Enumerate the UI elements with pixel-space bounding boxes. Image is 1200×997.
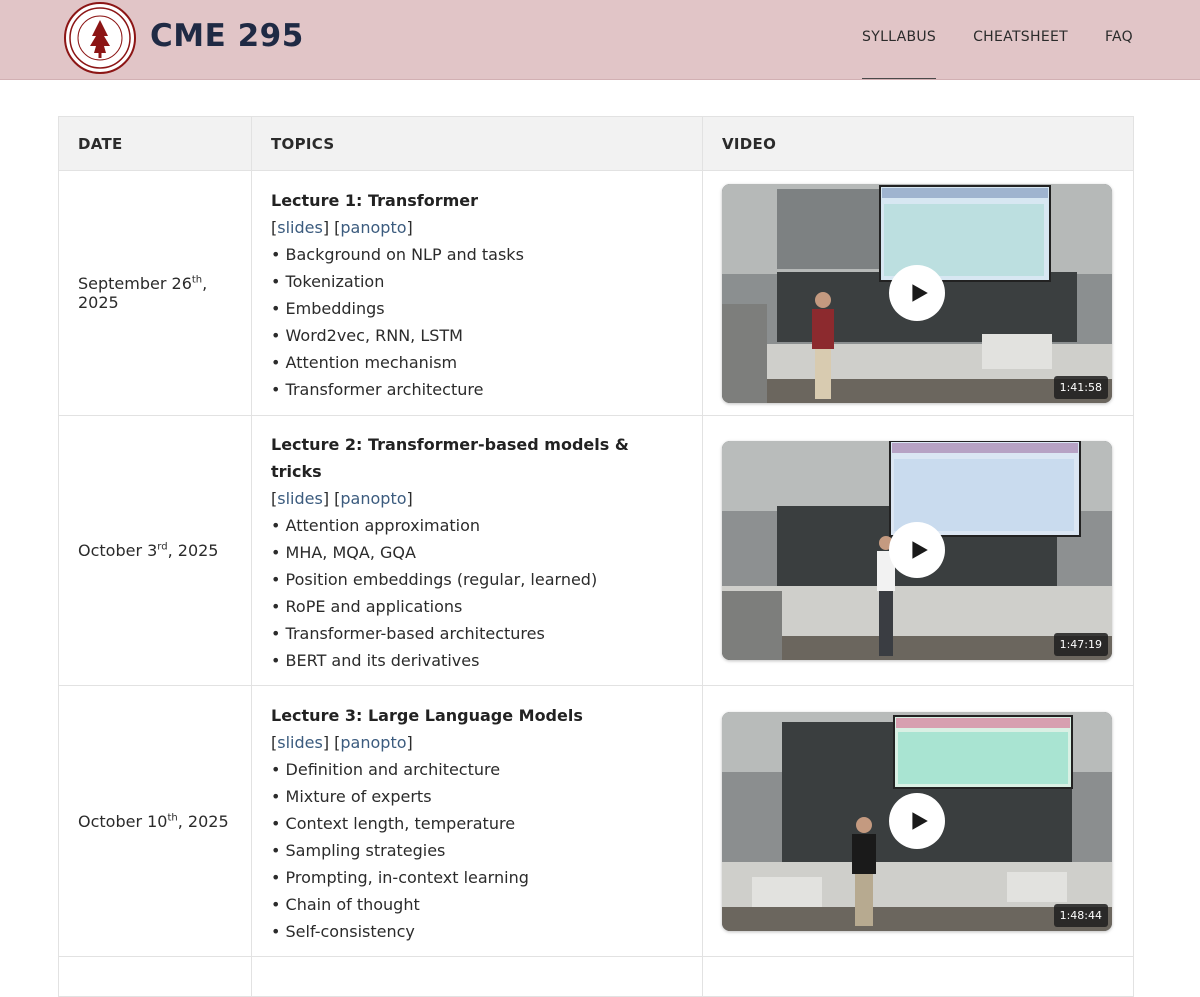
panopto-link[interactable]: panopto	[340, 733, 406, 752]
nav-cheatsheet[interactable]: CHEATSHEET	[973, 29, 1068, 45]
topic-item: • RoPE and applications	[271, 597, 463, 616]
table-row: October 10th, 2025 Lecture 3: Large Lang…	[58, 685, 1134, 957]
topic-item: • MHA, MQA, GQA	[271, 543, 416, 562]
topic-item: • Context length, temperature	[271, 813, 516, 833]
panopto-link[interactable]: panopto	[340, 218, 406, 237]
nav-syllabus[interactable]: SYLLABUS	[862, 29, 937, 79]
video-cell: 1:41:58	[702, 170, 1134, 416]
topic-item: • Embeddings	[271, 299, 385, 318]
video-cell: 1:48:44	[702, 685, 1134, 957]
lecture-title: Lecture 1: Transformer	[271, 191, 478, 210]
slides-link[interactable]: slides	[277, 733, 323, 752]
slides-link[interactable]: slides	[277, 218, 323, 237]
topic-item: • Prompting, in-context learning	[271, 867, 529, 887]
lecture-topics	[251, 956, 703, 997]
video-duration: 1:41:58	[1053, 375, 1108, 399]
lecture-date: October 10th, 2025	[58, 685, 252, 957]
table-row	[58, 956, 1134, 997]
topic-item: • Chain of thought	[271, 894, 420, 914]
play-button[interactable]	[889, 792, 945, 849]
topic-item: • Attention mechanism	[271, 353, 458, 372]
table-row: October 3rd, 2025 Lecture 2: Transformer…	[58, 415, 1134, 686]
lecture-date	[58, 956, 252, 997]
date-suffix: th	[167, 812, 178, 824]
topic-item: • Word2vec, RNN, LSTM	[271, 326, 463, 345]
topic-item: • Attention approximation	[271, 516, 481, 535]
lecture-date: September 26th, 2025	[58, 170, 252, 416]
slides-link[interactable]: slides	[277, 489, 323, 508]
video-thumbnail[interactable]: 1:41:58	[722, 183, 1112, 403]
nav-faq[interactable]: FAQ	[1105, 29, 1133, 45]
lecture-date: October 3rd, 2025	[58, 415, 252, 686]
course-title[interactable]: CME 295	[150, 18, 304, 54]
video-cell: 1:47:19	[702, 415, 1134, 686]
play-icon	[912, 541, 928, 559]
lecture-links: [slides] [panopto]	[271, 218, 413, 237]
date-text: October 10	[78, 811, 168, 831]
topic-item: • Mixture of experts	[271, 786, 432, 806]
date-text: October 3	[78, 541, 158, 560]
play-button[interactable]	[889, 522, 945, 578]
play-button[interactable]	[889, 264, 945, 321]
column-header-video: VIDEO	[702, 116, 1134, 171]
date-suffix: rd	[157, 541, 168, 553]
play-icon	[912, 811, 928, 830]
topic-item: • Position embeddings (regular, learned)	[271, 570, 598, 589]
column-header-topics: TOPICS	[251, 116, 703, 171]
lecture-links: [slides] [panopto]	[271, 489, 413, 508]
topic-item: • BERT and its derivatives	[271, 651, 480, 670]
syllabus-table: DATE TOPICS VIDEO September 26th, 2025 L…	[58, 116, 1134, 997]
lecture-title: Lecture 3: Large Language Models	[271, 705, 583, 725]
stanford-seal-icon[interactable]	[64, 2, 136, 74]
table-row: September 26th, 2025 Lecture 1: Transfor…	[58, 170, 1134, 416]
top-navigation-bar: CME 295 SYLLABUS CHEATSHEET FAQ	[0, 0, 1200, 80]
topic-item: • Transformer-based architectures	[271, 624, 545, 643]
topic-item: • Tokenization	[271, 272, 385, 291]
video-duration: 1:47:19	[1053, 633, 1108, 656]
video-cell	[702, 956, 1134, 997]
lecture-title: Lecture 2: Transformer-based models & tr…	[271, 435, 629, 481]
topic-item: • Background on NLP and tasks	[271, 245, 524, 264]
table-header-row: DATE TOPICS VIDEO	[58, 116, 1134, 171]
date-text: September 26	[78, 274, 192, 293]
lecture-topics: Lecture 3: Large Language Models [slides…	[251, 685, 703, 957]
lecture-topics: Lecture 1: Transformer [slides] [panopto…	[251, 170, 703, 416]
lecture-links: [slides] [panopto]	[271, 732, 413, 752]
panopto-link[interactable]: panopto	[340, 489, 406, 508]
date-year: , 2025	[177, 811, 229, 831]
date-year: , 2025	[167, 541, 219, 560]
topic-item: • Transformer architecture	[271, 380, 484, 399]
video-thumbnail[interactable]: 1:47:19	[722, 441, 1112, 660]
date-suffix: th	[191, 274, 203, 286]
column-header-date: DATE	[58, 116, 252, 171]
video-thumbnail[interactable]: 1:48:44	[722, 711, 1112, 931]
play-icon	[912, 283, 928, 302]
video-duration: 1:48:44	[1053, 903, 1108, 927]
topic-item: • Definition and architecture	[271, 759, 501, 779]
topic-item: • Self-consistency	[271, 921, 415, 941]
lecture-topics: Lecture 2: Transformer-based models & tr…	[251, 415, 703, 686]
main-nav: SYLLABUS CHEATSHEET FAQ	[862, 29, 1133, 79]
topic-item: • Sampling strategies	[271, 840, 446, 860]
